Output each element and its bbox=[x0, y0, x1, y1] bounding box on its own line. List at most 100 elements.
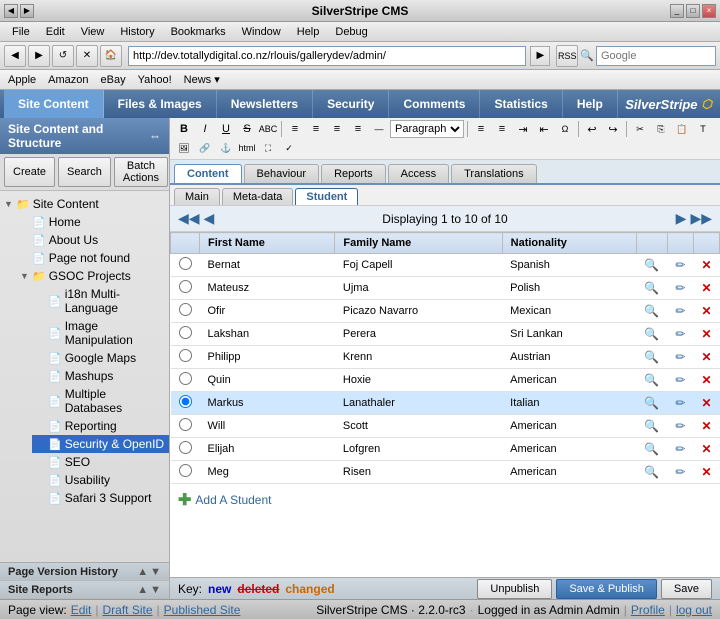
cut-btn[interactable]: ✂ bbox=[630, 120, 650, 138]
sidebar-item-security-openid[interactable]: 📄 Security & OpenID bbox=[32, 435, 169, 453]
image-btn[interactable]: 🖼 bbox=[174, 139, 194, 157]
undo-btn[interactable]: ↩ bbox=[582, 120, 602, 138]
ctab-content[interactable]: Content bbox=[174, 164, 242, 183]
menu-window[interactable]: Window bbox=[234, 24, 289, 40]
menu-edit[interactable]: Edit bbox=[38, 24, 73, 40]
back-btn[interactable]: ◀ bbox=[4, 45, 26, 67]
row-radio-1[interactable] bbox=[179, 257, 192, 270]
sidebar-item-about-us[interactable]: 📄 About Us bbox=[16, 231, 169, 249]
fullscreen-btn[interactable]: ⛶ bbox=[258, 139, 278, 157]
row-radio-2[interactable] bbox=[179, 280, 192, 293]
hr-btn[interactable]: — bbox=[369, 120, 389, 138]
view-icon-4[interactable]: 🔍 bbox=[644, 327, 659, 341]
delete-icon-7[interactable]: ✕ bbox=[701, 396, 711, 410]
delete-icon-2[interactable]: ✕ bbox=[701, 281, 711, 295]
menu-history[interactable]: History bbox=[112, 24, 162, 40]
close-btn[interactable]: × bbox=[702, 4, 716, 18]
search-input[interactable] bbox=[596, 46, 716, 66]
view-icon-8[interactable]: 🔍 bbox=[644, 419, 659, 433]
row-radio-7[interactable] bbox=[179, 395, 192, 408]
bold-btn[interactable]: B bbox=[174, 120, 194, 138]
ctab-translations[interactable]: Translations bbox=[451, 164, 537, 183]
view-icon-5[interactable]: 🔍 bbox=[644, 350, 659, 364]
delete-icon-9[interactable]: ✕ bbox=[701, 442, 711, 456]
row-radio-5[interactable] bbox=[179, 349, 192, 362]
pv-collapse-icon[interactable]: ▲ bbox=[137, 566, 148, 578]
create-btn[interactable]: Create bbox=[4, 157, 55, 187]
log-out-link[interactable]: log out bbox=[676, 603, 712, 617]
view-icon-1[interactable]: 🔍 bbox=[644, 258, 659, 272]
next-page-btn[interactable]: ▶ bbox=[676, 210, 687, 227]
view-icon-6[interactable]: 🔍 bbox=[644, 373, 659, 387]
sidebar-item-i18n[interactable]: 📄 i18n Multi-Language bbox=[32, 285, 169, 317]
edit-icon-10[interactable]: ✏ bbox=[675, 465, 685, 479]
row-radio-6[interactable] bbox=[179, 372, 192, 385]
indent-btn[interactable]: ⇥ bbox=[513, 120, 533, 138]
link-btn[interactable]: 🔗 bbox=[195, 139, 215, 157]
minimize-btn[interactable]: _ bbox=[670, 4, 684, 18]
stab-student[interactable]: Student bbox=[295, 188, 358, 205]
rss-btn[interactable]: RSS bbox=[556, 45, 578, 67]
bookmark-apple[interactable]: Apple bbox=[8, 74, 36, 86]
edit-icon-2[interactable]: ✏ bbox=[675, 281, 685, 295]
view-icon-10[interactable]: 🔍 bbox=[644, 465, 659, 479]
align-center-btn[interactable]: ≡ bbox=[306, 120, 326, 138]
row-radio-9[interactable] bbox=[179, 441, 192, 454]
bookmark-amazon[interactable]: Amazon bbox=[48, 74, 88, 86]
italic-btn[interactable]: I bbox=[195, 120, 215, 138]
left-btn2[interactable]: ▶ bbox=[20, 4, 34, 18]
home-btn[interactable]: 🏠 bbox=[100, 45, 122, 67]
address-input[interactable] bbox=[128, 46, 526, 66]
tab-help[interactable]: Help bbox=[563, 90, 618, 118]
edit-icon-3[interactable]: ✏ bbox=[675, 304, 685, 318]
align-left-btn[interactable]: ≡ bbox=[285, 120, 305, 138]
delete-icon-3[interactable]: ✕ bbox=[701, 304, 711, 318]
published-site-link[interactable]: Published Site bbox=[164, 603, 241, 617]
row-radio-10[interactable] bbox=[179, 464, 192, 477]
edit-icon-4[interactable]: ✏ bbox=[675, 327, 685, 341]
paste-btn[interactable]: 📋 bbox=[672, 120, 692, 138]
ul-btn[interactable]: ≡ bbox=[471, 120, 491, 138]
tab-files-images[interactable]: Files & Images bbox=[104, 90, 217, 118]
tab-site-content[interactable]: Site Content bbox=[4, 90, 104, 118]
bookmark-news[interactable]: News ▾ bbox=[184, 73, 220, 86]
maximize-btn[interactable]: □ bbox=[686, 4, 700, 18]
row-radio-8[interactable] bbox=[179, 418, 192, 431]
sidebar-item-image-manip[interactable]: 📄 Image Manipulation bbox=[32, 317, 169, 349]
delete-icon-10[interactable]: ✕ bbox=[701, 465, 711, 479]
profile-link[interactable]: Profile bbox=[631, 603, 665, 617]
prev-page-btn[interactable]: ◀ bbox=[204, 210, 215, 227]
abc-btn[interactable]: ABC bbox=[258, 120, 278, 138]
edit-icon-7[interactable]: ✏ bbox=[675, 396, 685, 410]
menu-bookmarks[interactable]: Bookmarks bbox=[163, 24, 234, 40]
edit-icon-8[interactable]: ✏ bbox=[675, 419, 685, 433]
tab-security[interactable]: Security bbox=[313, 90, 389, 118]
search-btn[interactable]: Search bbox=[58, 157, 111, 187]
sidebar-item-safari3[interactable]: 📄 Safari 3 Support bbox=[32, 489, 169, 507]
sidebar-item-mashups[interactable]: 📄 Mashups bbox=[32, 367, 169, 385]
sidebar-collapse-icon[interactable]: ⇔ bbox=[149, 129, 161, 143]
view-icon-9[interactable]: 🔍 bbox=[644, 442, 659, 456]
save-publish-btn[interactable]: Save & Publish bbox=[556, 579, 657, 599]
align-right-btn[interactable]: ≡ bbox=[327, 120, 347, 138]
sidebar-item-reporting[interactable]: 📄 Reporting bbox=[32, 417, 169, 435]
pv-expand-icon[interactable]: ▼ bbox=[150, 566, 161, 578]
batch-actions-btn[interactable]: Batch Actions bbox=[114, 157, 168, 187]
add-student-row[interactable]: ✚ Add A Student bbox=[170, 484, 720, 516]
html-btn[interactable]: html bbox=[237, 139, 257, 157]
stop-btn[interactable]: ✕ bbox=[76, 45, 98, 67]
forward-btn[interactable]: ▶ bbox=[28, 45, 50, 67]
menu-view[interactable]: View bbox=[73, 24, 113, 40]
sidebar-item-page-not-found[interactable]: 📄 Page not found bbox=[16, 249, 169, 267]
view-icon-7[interactable]: 🔍 bbox=[644, 396, 659, 410]
strikethrough-btn[interactable]: S bbox=[237, 120, 257, 138]
special-btn[interactable]: Ω bbox=[555, 120, 575, 138]
view-icon-3[interactable]: 🔍 bbox=[644, 304, 659, 318]
sidebar-item-gsoc-projects[interactable]: ▼ 📁 GSOC Projects bbox=[16, 267, 169, 285]
last-page-btn[interactable]: ▶▶ bbox=[690, 210, 712, 227]
edit-icon-5[interactable]: ✏ bbox=[675, 350, 685, 364]
spell-btn[interactable]: ✓ bbox=[279, 139, 299, 157]
ctab-reports[interactable]: Reports bbox=[321, 164, 386, 183]
anchor-btn[interactable]: ⚓ bbox=[216, 139, 236, 157]
edit-icon-6[interactable]: ✏ bbox=[675, 373, 685, 387]
